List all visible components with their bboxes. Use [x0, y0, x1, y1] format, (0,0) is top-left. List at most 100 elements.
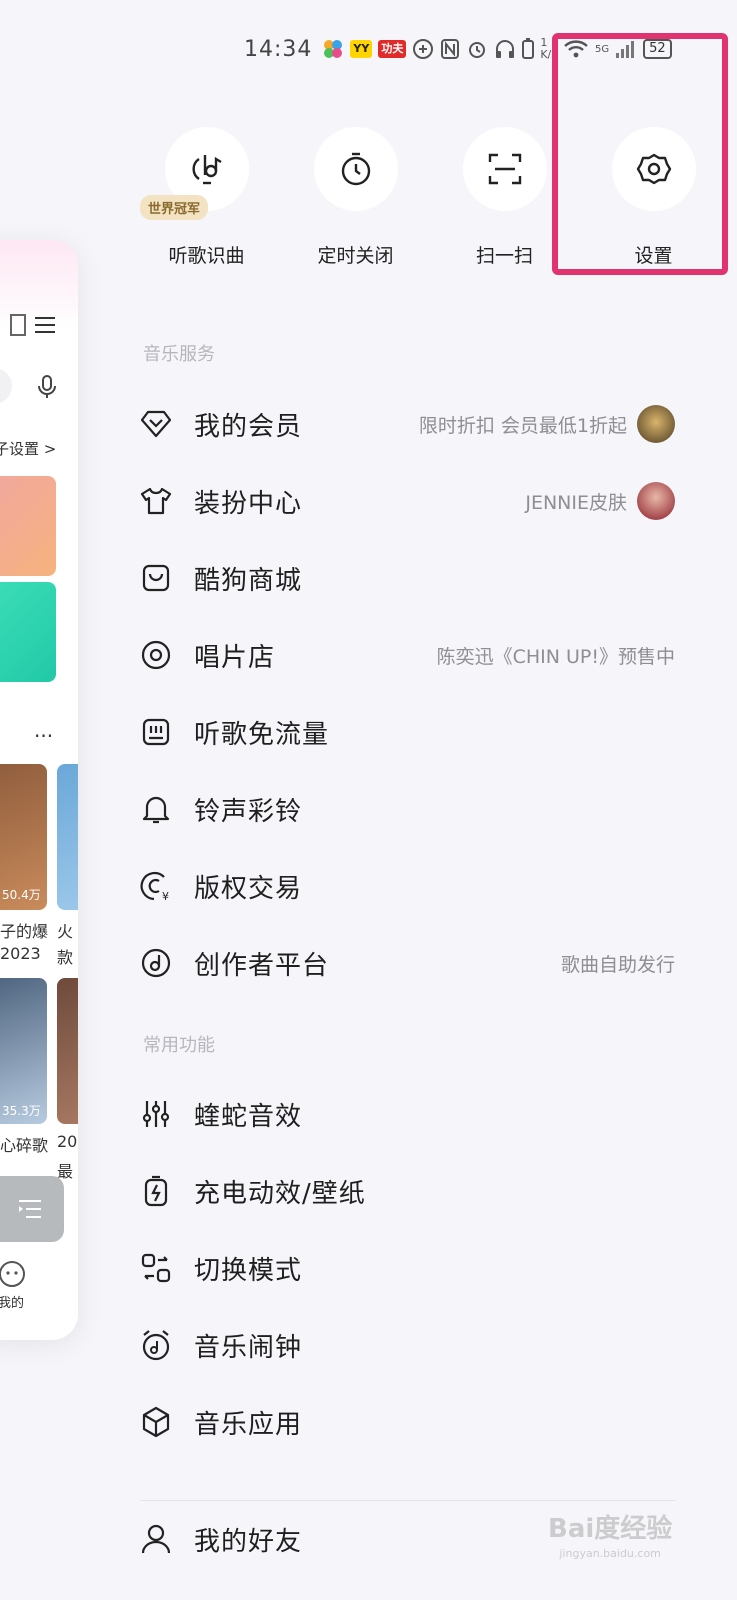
preview-more-icon[interactable]: ...	[34, 718, 53, 742]
menu-label: 我的好友	[194, 1526, 303, 1557]
menu-label: 音乐应用	[194, 1409, 303, 1440]
headphones-icon	[494, 38, 516, 60]
menu-label: 蝰蛇音效	[194, 1101, 303, 1132]
playlist-caption: 心碎歌	[0, 1136, 49, 1155]
mine-tab-icon[interactable]	[0, 1260, 26, 1288]
menu-hint: 限时折扣 会员最低1折起	[419, 405, 675, 443]
creator-disc-icon	[140, 947, 172, 979]
status-time: 14:34	[244, 36, 313, 62]
menu-item-dress-up[interactable]: 装扮中心 JENNIE皮肤	[140, 474, 675, 528]
yy-app-icon: YY	[350, 40, 373, 58]
data-saver-icon	[412, 38, 434, 60]
play-count: 50.4万	[2, 888, 41, 902]
data-card-icon	[140, 716, 172, 748]
menu-item-record-store[interactable]: 唱片店 陈奕迅《CHIN UP!》预售中	[140, 628, 675, 682]
preview-settings-link[interactable]: 子设置 >	[0, 438, 56, 459]
preview-banner-image[interactable]	[0, 476, 56, 576]
timer-button[interactable]: 定时关闭	[281, 127, 430, 268]
music-recognition-button[interactable]: 世界冠军 听歌识曲	[132, 127, 281, 268]
copyright-icon: ¥	[140, 870, 172, 902]
timer-label: 定时关闭	[317, 245, 394, 267]
creator-promo: 歌曲自助发行	[560, 953, 675, 976]
diamond-icon	[140, 408, 172, 440]
preview-playlist-cover-2[interactable]	[57, 764, 78, 910]
membership-promo: 限时折扣 会员最低1折起	[418, 414, 627, 437]
menu-label: 充电动效/壁纸	[194, 1178, 366, 1209]
alarm-clock-icon	[140, 1329, 172, 1361]
menu-item-ringtone[interactable]: 铃声彩铃	[140, 782, 675, 836]
playlist-caption: 子的爆	[0, 922, 49, 941]
vinyl-icon	[140, 639, 172, 671]
menu-item-membership[interactable]: 我的会员 限时折扣 会员最低1折起	[140, 397, 675, 451]
svg-text:¥: ¥	[162, 890, 169, 902]
menu-label: 版权交易	[194, 873, 303, 904]
menu-label: 酷狗商城	[194, 565, 303, 596]
phone-battery-icon	[522, 38, 535, 60]
skin-avatar	[637, 482, 675, 520]
skin-promo: JENNIE皮肤	[525, 491, 627, 514]
music-recognition-label: 听歌识曲	[168, 245, 245, 267]
divider	[140, 1500, 676, 1501]
preview-playlist-cover-2[interactable]	[57, 978, 78, 1124]
timer-circle[interactable]	[313, 127, 398, 211]
scan-icon	[487, 151, 523, 187]
menu-label: 装扮中心	[194, 488, 303, 519]
alarm-status-icon	[466, 38, 488, 60]
timer-icon	[338, 151, 374, 187]
menu-item-charging[interactable]: 充电动效/壁纸	[140, 1164, 675, 1218]
charging-icon	[140, 1175, 172, 1207]
menu-label: 铃声彩铃	[194, 796, 303, 827]
world-champion-badge: 世界冠军	[140, 195, 209, 220]
playlist-caption: 2023	[0, 944, 41, 963]
preview-search-input[interactable]	[0, 368, 12, 404]
menu-label: 音乐闹钟	[194, 1332, 303, 1363]
menu-item-switch-mode[interactable]: 切换模式	[140, 1241, 675, 1295]
shopping-bag-icon	[140, 562, 172, 594]
mini-player[interactable]	[0, 1176, 64, 1242]
preview-icon	[10, 314, 28, 336]
menu-label: 创作者平台	[194, 950, 330, 981]
microphone-icon[interactable]	[36, 374, 58, 400]
scan-label: 扫一扫	[475, 245, 533, 267]
playlist-caption: 款	[57, 948, 74, 967]
playlist-caption: 火	[57, 922, 74, 941]
tshirt-icon	[140, 485, 172, 517]
app-badge-icon: 功夫	[378, 40, 407, 58]
menu-item-mall[interactable]: 酷狗商城	[140, 551, 675, 605]
menu-label: 唱片店	[194, 642, 276, 673]
nfc-icon	[440, 38, 460, 60]
section-common-functions: 常用功能	[143, 1035, 215, 1056]
watermark-url: jingyan.baidu.com	[559, 1547, 661, 1560]
app-logo-icon	[322, 38, 344, 60]
playlist-icon[interactable]	[18, 1198, 42, 1220]
scan-circle[interactable]	[462, 127, 547, 211]
watermark-text: Bai度经验	[548, 1514, 673, 1544]
cube-icon	[140, 1406, 172, 1438]
switch-mode-icon	[140, 1252, 172, 1284]
music-recognition-icon	[189, 151, 225, 187]
menu-label: 我的会员	[194, 411, 303, 442]
menu-icon[interactable]	[34, 316, 56, 334]
menu-hint: JENNIE皮肤	[525, 482, 675, 520]
crown-icon	[637, 405, 675, 443]
playlist-caption: 20	[57, 1132, 78, 1151]
menu-item-copyright[interactable]: ¥ 版权交易	[140, 859, 675, 913]
menu-item-free-data[interactable]: 听歌免流量	[140, 705, 675, 759]
menu-item-sound-effect[interactable]: 蝰蛇音效	[140, 1087, 675, 1141]
preview-banner-image-2[interactable]	[0, 582, 56, 682]
menu-label: 切换模式	[194, 1255, 303, 1286]
record-store-promo: 陈奕迅《CHIN UP!》预售中	[436, 645, 675, 668]
baidu-watermark: Bai度经验 jingyan.baidu.com	[548, 1508, 672, 1560]
bell-icon	[140, 793, 172, 825]
equalizer-icon	[140, 1098, 172, 1130]
tab-mine[interactable]: 我的	[0, 1292, 24, 1311]
menu-item-creator[interactable]: 创作者平台 歌曲自助发行	[140, 936, 675, 990]
play-count: 35.3万	[2, 1104, 41, 1118]
section-music-services: 音乐服务	[143, 344, 215, 365]
menu-label: 听歌免流量	[194, 719, 330, 750]
home-page-preview[interactable]: 子设置 > ... 50.4万 子的爆 2023 火 款 35.3万 心碎歌 2…	[0, 240, 78, 1340]
person-icon	[140, 1523, 172, 1555]
settings-highlight-box	[552, 33, 728, 275]
menu-item-alarm[interactable]: 音乐闹钟	[140, 1318, 675, 1372]
menu-item-music-apps[interactable]: 音乐应用	[140, 1395, 675, 1449]
